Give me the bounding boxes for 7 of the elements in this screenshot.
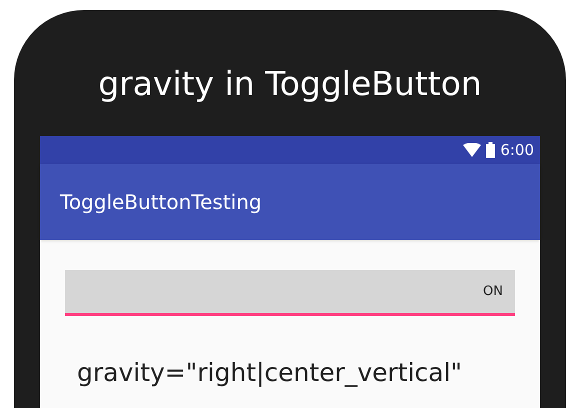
gravity-caption: gravity="right|center_vertical": [77, 357, 464, 389]
app-bar-title: ToggleButtonTesting: [60, 189, 262, 216]
battery-icon: [486, 142, 496, 158]
toggle-button[interactable]: ON: [65, 270, 515, 316]
wifi-icon: [463, 143, 482, 157]
status-time: 6:00: [500, 140, 534, 161]
phone-heading: gravity in ToggleButton: [98, 63, 482, 105]
